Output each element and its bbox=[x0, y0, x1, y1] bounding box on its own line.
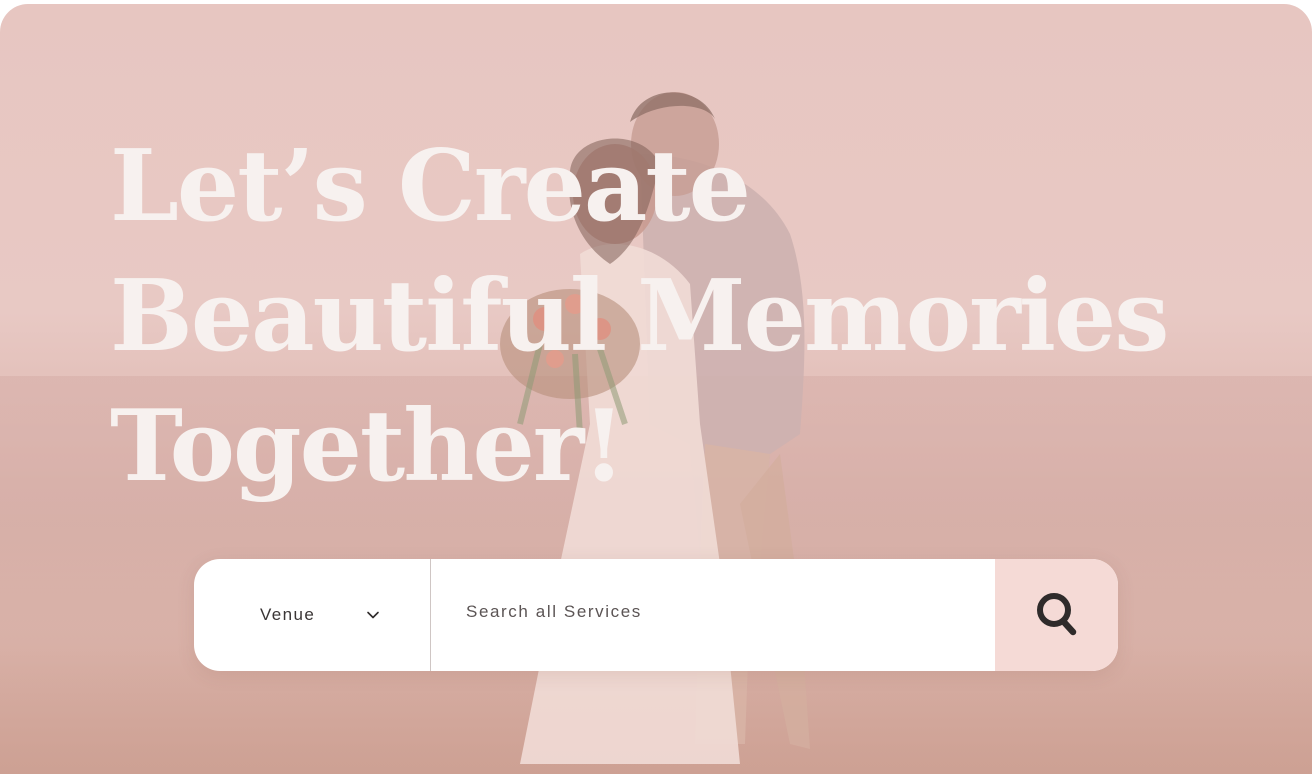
category-dropdown[interactable]: Venue bbox=[194, 559, 431, 671]
headline-line-3: Together! bbox=[110, 389, 625, 504]
headline-line-2: Beautiful Memories bbox=[110, 259, 1169, 374]
search-input[interactable] bbox=[431, 559, 995, 671]
search-bar: Venue bbox=[194, 559, 1118, 671]
headline-line-1: Let’s Create bbox=[110, 129, 751, 244]
hero-banner: Let’s Create Beautiful Memories Together… bbox=[0, 4, 1312, 774]
search-button[interactable] bbox=[995, 559, 1118, 671]
hero-headline: Let’s Create Beautiful Memories Together… bbox=[110, 122, 1169, 512]
category-dropdown-value: Venue bbox=[260, 605, 316, 624]
chevron-down-icon bbox=[366, 608, 380, 622]
search-icon bbox=[1035, 590, 1079, 641]
